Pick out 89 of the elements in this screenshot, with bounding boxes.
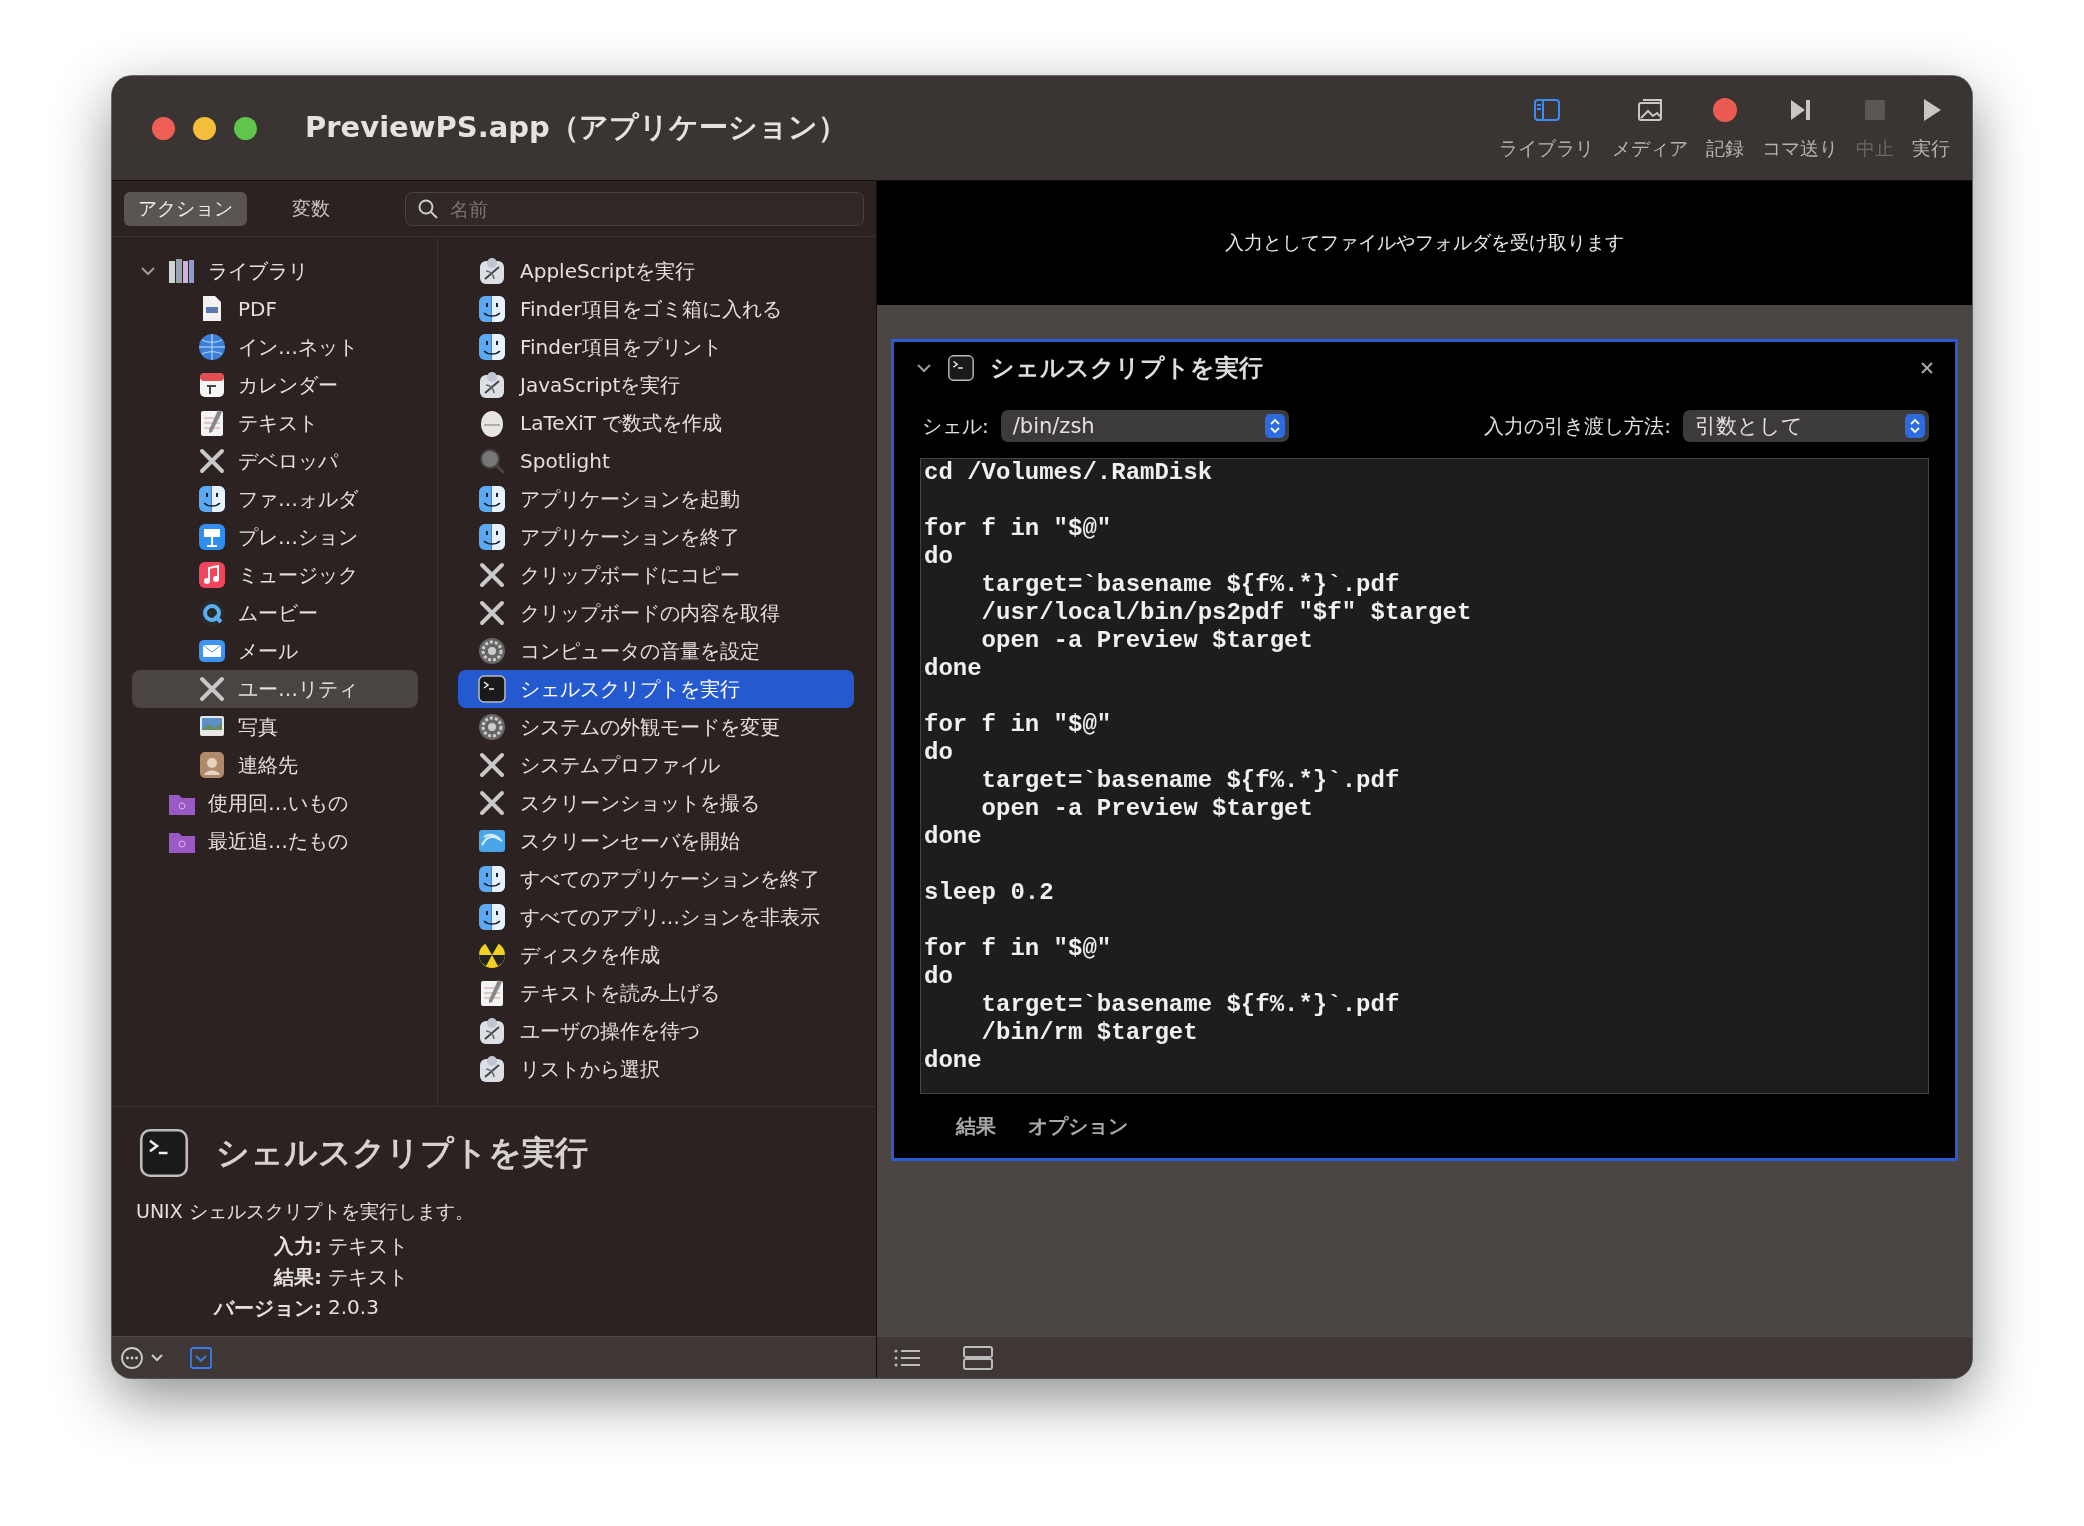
field-label: 入力の引き渡し方法: bbox=[1484, 412, 1671, 440]
action-item[interactable]: テキストを読み上げる bbox=[458, 974, 854, 1012]
action-item[interactable]: アプリケーションを起動 bbox=[458, 480, 854, 518]
smiling-face-icon bbox=[476, 483, 508, 515]
sidebar-item[interactable]: 使用回…いもの bbox=[132, 784, 418, 822]
terminal-icon bbox=[946, 353, 976, 383]
tab[interactable]: 変数 bbox=[260, 191, 361, 226]
sidebar-item[interactable]: 写真 bbox=[132, 708, 418, 746]
field-value: テキスト bbox=[328, 1233, 409, 1260]
sidebar-item[interactable]: ムービー bbox=[132, 594, 418, 632]
action-item[interactable]: リストから選択 bbox=[458, 1050, 854, 1088]
action-item[interactable]: スクリーンセーバを開始 bbox=[458, 822, 854, 860]
close-window-button[interactable] bbox=[152, 116, 175, 140]
stepper-arrows-icon bbox=[1905, 414, 1925, 438]
action-item[interactable]: アプリケーションを終了 bbox=[458, 518, 854, 556]
action-item[interactable]: Spotlight bbox=[458, 442, 854, 480]
close-icon[interactable] bbox=[1919, 360, 1935, 376]
lectern-icon bbox=[196, 521, 228, 553]
action-item[interactable]: システムプロファイル bbox=[458, 746, 854, 784]
action-item[interactable]: LaTeXiT で数式を作成 bbox=[458, 404, 854, 442]
toolbar-button[interactable]: ライブラリ bbox=[1495, 88, 1598, 168]
action-item[interactable]: コンピュータの音量を設定 bbox=[458, 632, 854, 670]
smiling-face-icon bbox=[476, 901, 508, 933]
checkbox-icon[interactable] bbox=[190, 1346, 212, 1369]
tab[interactable]: アクション bbox=[124, 191, 247, 226]
smiling-face-icon bbox=[476, 521, 508, 553]
globe-icon bbox=[196, 331, 228, 363]
zoom-window-button[interactable] bbox=[234, 116, 257, 140]
sidebar-item[interactable]: 最近追…たもの bbox=[132, 822, 418, 860]
sidebar-item[interactable]: テキスト bbox=[132, 404, 418, 442]
radiation-icon bbox=[476, 939, 508, 971]
gear-icon bbox=[476, 711, 508, 743]
action-item[interactable]: クリップボードにコピー bbox=[458, 556, 854, 594]
sidebar-item[interactable]: ユー…リティ bbox=[132, 670, 418, 708]
action-item[interactable]: AppleScriptを実行 bbox=[458, 252, 854, 290]
script-field[interactable]: cd /Volumes/.RamDisk for f in "$@" do target=`basename ${f%.*}`.pdf /usr/local/bin/ps2pdf "$f" $target open -a Preview $target done for f in "$@" do target=`basename ${f%.*}`.pdf open -a Preview $target done sleep 0.2 for f in "$@" do target=`basename ${f%.*}`.pdf /bin/rm $target done bbox=[920, 458, 1929, 1094]
sidebar-item[interactable]: 連絡先 bbox=[132, 746, 418, 784]
sidebar-item[interactable]: ミュージック bbox=[132, 556, 418, 594]
sidebar-item[interactable]: プレ…ション bbox=[132, 518, 418, 556]
sidebar-item[interactable]: デベロッパ bbox=[132, 442, 418, 480]
field-label: 結果: bbox=[272, 1264, 322, 1291]
gear-icon bbox=[476, 635, 508, 667]
field-value: 2.0.3 bbox=[328, 1295, 380, 1321]
field-label: バージョン: bbox=[212, 1295, 322, 1322]
field-label: 入力: bbox=[273, 1233, 322, 1260]
window-title: PreviewPS.app（アプリケーション） bbox=[305, 109, 848, 146]
toolbar-button[interactable]: メディア bbox=[1608, 88, 1692, 168]
toolbar-button[interactable]: コマ送り bbox=[1758, 88, 1842, 168]
dropdown[interactable]: /bin/zsh bbox=[1000, 410, 1289, 442]
stepper-arrows-icon bbox=[1264, 414, 1285, 438]
sidebar-item[interactable]: ファ…ォルダ bbox=[132, 480, 418, 518]
action-item[interactable]: Finder項目をプリント bbox=[458, 328, 854, 366]
smiling-face-icon bbox=[196, 483, 228, 515]
action-item[interactable]: クリップボードの内容を取得 bbox=[458, 594, 854, 632]
action-item[interactable]: ディスクを作成 bbox=[458, 936, 854, 974]
action-summary: UNIX シェルスクリプトを実行します。 bbox=[136, 1199, 475, 1224]
field-label: シェル: bbox=[922, 412, 989, 440]
sidebar-item[interactable]: イン…ネット bbox=[132, 328, 418, 366]
sidebar-item[interactable]: PDF bbox=[132, 290, 418, 328]
sidebar-item[interactable]: メール bbox=[132, 632, 418, 670]
tab[interactable]: 結果 bbox=[956, 1112, 996, 1140]
terminal-icon bbox=[476, 673, 508, 705]
action-title: シェルスクリプトを実行 bbox=[990, 353, 1264, 384]
split-view-icon[interactable] bbox=[963, 1345, 993, 1370]
action-item[interactable]: JavaScriptを実行 bbox=[458, 366, 854, 404]
smiling-face-icon bbox=[476, 863, 508, 895]
action-item[interactable]: スクリーンショットを撮る bbox=[458, 784, 854, 822]
action-item[interactable]: すべてのアプリケーションを終了 bbox=[458, 860, 854, 898]
toolbar-button[interactable]: 記録 bbox=[1702, 88, 1748, 168]
sidebar-item[interactable]: ライブラリ bbox=[132, 252, 418, 290]
ellipsis-circle-icon[interactable] bbox=[120, 1345, 144, 1370]
search-field[interactable]: 名前 bbox=[404, 191, 864, 226]
action-item[interactable]: すべてのアプリ…ションを非表示 bbox=[458, 898, 854, 936]
action-title: シェルスクリプトを実行 bbox=[216, 1131, 588, 1174]
dropdown[interactable]: 引数として bbox=[1683, 410, 1929, 442]
action-item[interactable]: シェルスクリプトを実行 bbox=[458, 670, 854, 708]
sidebar-item[interactable]: カレンダー bbox=[132, 366, 418, 404]
toolbar-button[interactable]: 実行 bbox=[1908, 88, 1954, 168]
workflow-input-text: 入力としてファイルやフォルダを受け取ります bbox=[1225, 230, 1624, 255]
smiling-face-icon bbox=[476, 331, 508, 363]
tab[interactable]: オプション bbox=[1028, 1112, 1128, 1140]
action-item[interactable]: システムの外観モードを変更 bbox=[458, 708, 854, 746]
smiling-face-icon bbox=[476, 293, 508, 325]
action-item[interactable]: ユーザの操作を待つ bbox=[458, 1012, 854, 1050]
field-value: テキスト bbox=[328, 1264, 409, 1291]
action-item[interactable]: Finder項目をゴミ箱に入れる bbox=[458, 290, 854, 328]
minimize-window-button[interactable] bbox=[193, 116, 216, 140]
music-note-icon bbox=[196, 559, 228, 591]
chevron-down-icon[interactable] bbox=[150, 1352, 164, 1363]
